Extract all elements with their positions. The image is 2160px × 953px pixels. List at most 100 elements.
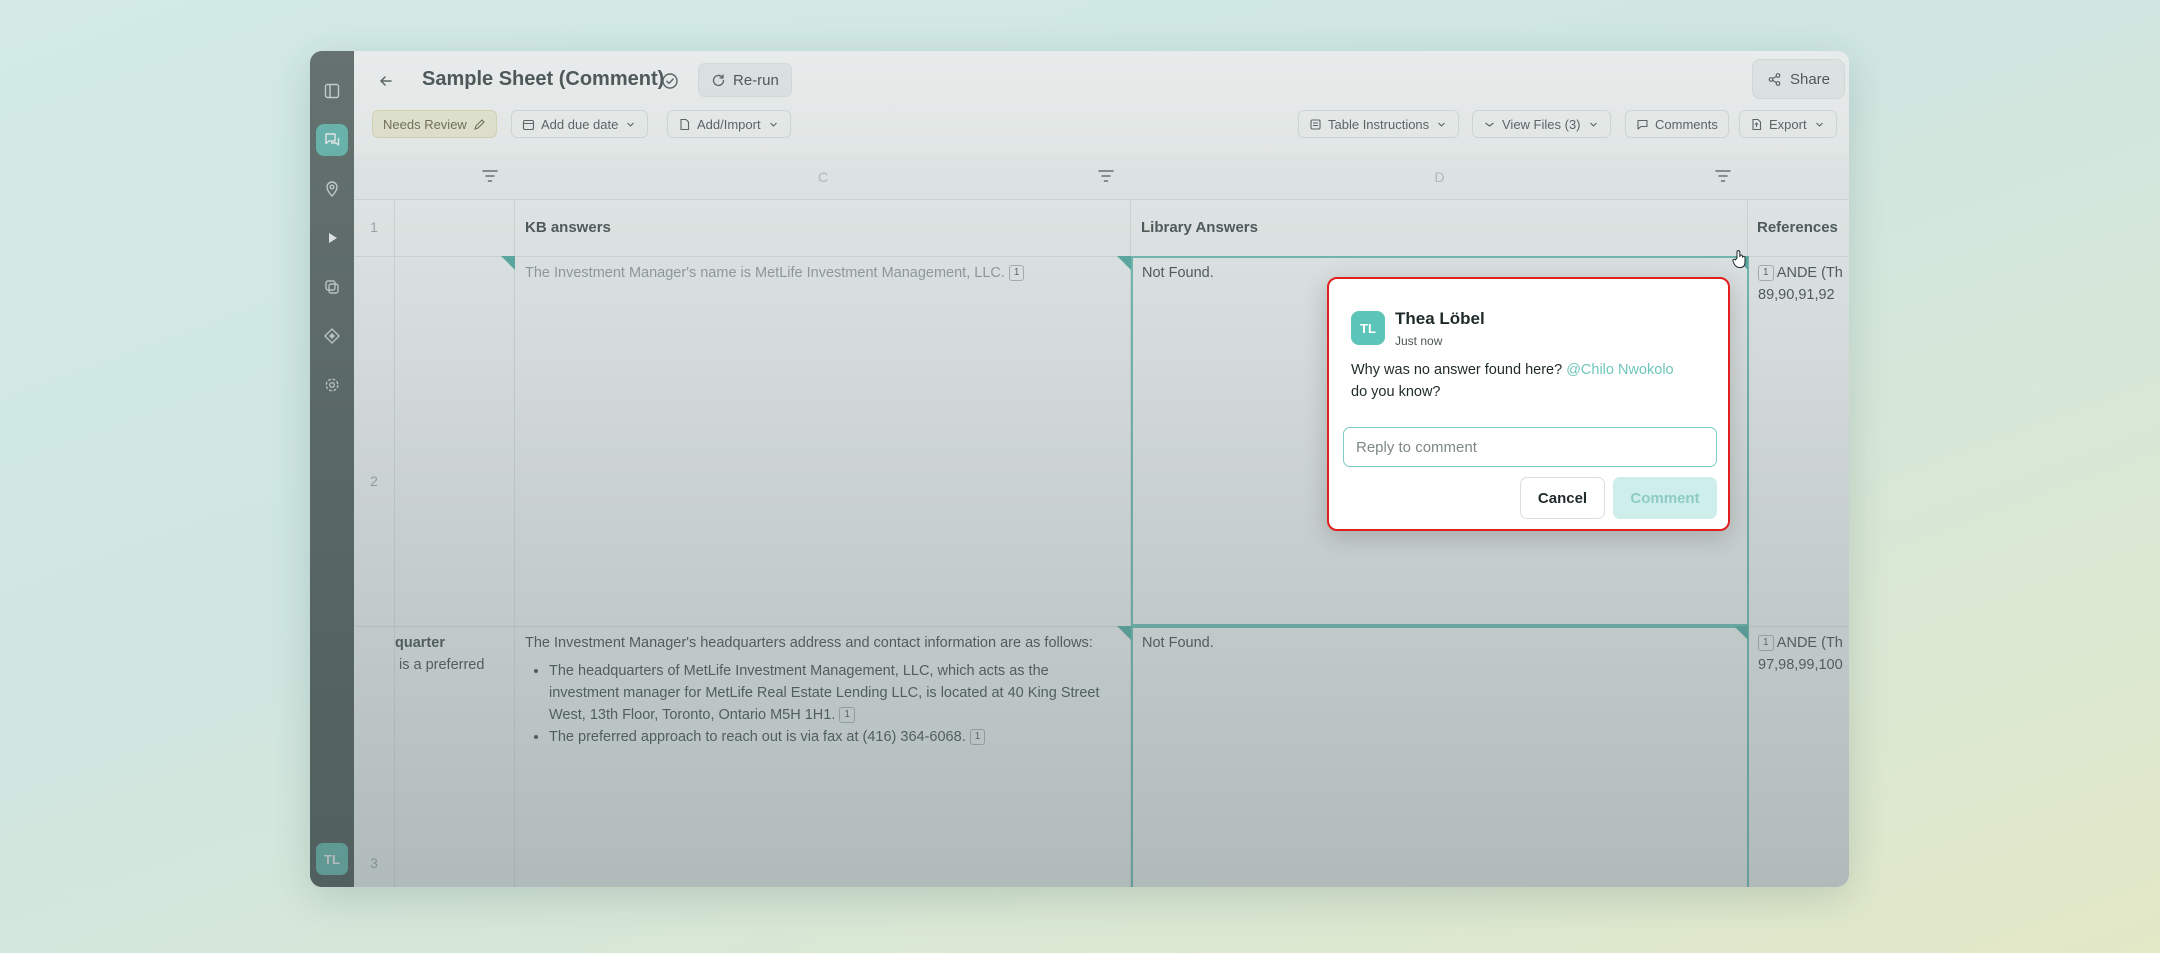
add-import-label: Add/Import <box>697 116 761 132</box>
share-button[interactable]: Share <box>1751 59 1845 99</box>
comment-text: Why was no answer found here? <box>1351 362 1563 378</box>
reference-pages: 89,90,91,92 <box>1758 287 1835 303</box>
user-avatar[interactable]: TL <box>316 843 348 875</box>
column-letter-c[interactable]: C <box>515 155 1131 199</box>
page-header: Sample Sheet (Comment) Re-run Share Need… <box>354 51 1849 156</box>
comment-marker[interactable] <box>1117 626 1131 640</box>
chat-icon[interactable] <box>316 124 348 156</box>
question-cell[interactable]: quarter is a preferred <box>395 632 513 676</box>
chevron-down-icon <box>627 122 635 127</box>
author-avatar: TL <box>1351 311 1385 345</box>
column-letter-row: C D <box>354 155 1849 200</box>
chevron-down-icon <box>1438 122 1446 127</box>
reference-cell[interactable]: 1 ANDE (Th 97,98,99,100 <box>1758 632 1849 676</box>
citation-badge[interactable]: 1 <box>839 707 855 724</box>
row-number-column <box>354 155 395 887</box>
check-circle-icon[interactable] <box>656 67 684 95</box>
comments-button[interactable]: Comments <box>1625 110 1729 138</box>
kb-answer-intro: The Investment Manager's headquarters ad… <box>525 635 1093 651</box>
kb-answer-text: The Investment Manager's name is MetLife… <box>525 265 1005 281</box>
back-arrow-icon[interactable] <box>372 67 400 95</box>
citation-badge[interactable]: 1 <box>969 729 986 746</box>
author-name: Thea Löbel <box>1395 309 1485 328</box>
hand-cursor-icon <box>1732 250 1746 269</box>
play-icon[interactable] <box>316 222 348 254</box>
kb-answers-header[interactable]: KB answers <box>525 219 611 236</box>
share-icon <box>1768 72 1781 86</box>
reference-text: ANDE (Th <box>1776 265 1843 281</box>
pencil-icon <box>473 118 485 130</box>
comment-marker[interactable] <box>1734 626 1748 640</box>
reference-cell[interactable]: 1 ANDE (Th 89,90,91,92 <box>1758 262 1849 306</box>
row-number: 3 <box>370 855 378 871</box>
comment-timestamp: Just now <box>1395 334 1443 348</box>
cell-outline <box>1131 626 1749 887</box>
share-label: Share <box>1789 70 1830 88</box>
library-answer-cell[interactable]: Not Found. <box>1142 632 1214 654</box>
column-letter-d[interactable]: D <box>1131 155 1748 199</box>
chevron-down-icon <box>1485 122 1494 127</box>
rerun-label: Re-run <box>733 71 779 89</box>
question-fragment: quarter <box>395 635 445 651</box>
table-instructions-button[interactable]: Table Instructions <box>1298 110 1460 138</box>
filter-icon[interactable] <box>1098 169 1114 183</box>
export-button[interactable]: Export <box>1739 110 1837 138</box>
chevron-down-icon <box>769 122 777 127</box>
file-icon <box>680 118 690 130</box>
comments-label: Comments <box>1655 116 1718 132</box>
question-fragment: is a preferred <box>399 657 485 673</box>
comment-text: do you know? <box>1351 384 1441 400</box>
cancel-button[interactable]: Cancel <box>1520 477 1605 519</box>
copy-icon[interactable] <box>316 271 348 303</box>
export-icon <box>1752 118 1762 130</box>
library-answers-header[interactable]: Library Answers <box>1141 219 1258 236</box>
comment-message: Why was no answer found here? @Chilo Nwo… <box>1351 359 1711 403</box>
references-header[interactable]: References <box>1757 219 1838 236</box>
filter-icon[interactable] <box>482 169 498 183</box>
export-label: Export <box>1769 116 1807 132</box>
user-mention[interactable]: @Chilo Nwokolo <box>1566 362 1673 378</box>
add-due-date-button[interactable]: Add due date <box>511 110 649 138</box>
due-date-label: Add due date <box>541 116 619 132</box>
kb-answer-list: The headquarters of MetLife Investment M… <box>525 660 1120 748</box>
library-answer-cell[interactable]: Not Found. <box>1142 262 1214 284</box>
citation-badge[interactable]: 1 <box>1758 265 1774 282</box>
header-row: 1 KB answers Library Answers References <box>354 199 1849 257</box>
kb-answer-cell[interactable]: The Investment Manager's headquarters ad… <box>525 632 1120 748</box>
column-b <box>395 155 515 887</box>
panel-toggle-icon[interactable] <box>316 75 348 107</box>
comment-popup: TL Thea Löbel Just now Why was no answer… <box>1327 277 1730 531</box>
calendar-icon <box>522 119 535 130</box>
list-item: The preferred approach to reach out is v… <box>549 726 1120 748</box>
location-pin-icon[interactable] <box>316 173 348 205</box>
comment-submit-button[interactable]: Comment <box>1613 477 1717 519</box>
comment-marker[interactable] <box>1117 256 1131 270</box>
comment-marker[interactable] <box>501 256 515 270</box>
settings-icon[interactable] <box>316 369 348 401</box>
document-icon <box>1310 118 1321 130</box>
add-import-button[interactable]: Add/Import <box>667 110 791 138</box>
view-files-button[interactable]: View Files (3) <box>1472 110 1611 138</box>
layers-icon[interactable] <box>316 320 348 352</box>
reference-text: ANDE (Th <box>1776 635 1843 651</box>
reply-input[interactable] <box>1343 427 1717 467</box>
view-files-label: View Files (3) <box>1502 116 1581 132</box>
rerun-button[interactable]: Re-run <box>698 63 792 97</box>
chevron-down-icon <box>1815 122 1823 127</box>
reference-pages: 97,98,99,100 <box>1758 657 1843 673</box>
list-item: The headquarters of MetLife Investment M… <box>549 660 1120 726</box>
refresh-icon <box>712 73 725 86</box>
page-title: Sample Sheet (Comment) <box>422 68 665 90</box>
row-number: 2 <box>370 473 378 489</box>
kb-answer-cell[interactable]: The Investment Manager's name is MetLife… <box>525 262 1115 284</box>
needs-review-label: Needs Review <box>383 116 467 132</box>
comment-icon <box>1637 119 1648 130</box>
filter-icon[interactable] <box>1715 169 1731 183</box>
table-instructions-label: Table Instructions <box>1328 116 1430 132</box>
sidebar-rail: TL <box>310 51 354 887</box>
needs-review-button[interactable]: Needs Review <box>372 110 497 138</box>
citation-badge[interactable]: 1 <box>1758 635 1774 652</box>
chevron-down-icon <box>1589 122 1597 127</box>
citation-badge[interactable]: 1 <box>1008 265 1025 282</box>
row-number: 1 <box>370 219 378 235</box>
